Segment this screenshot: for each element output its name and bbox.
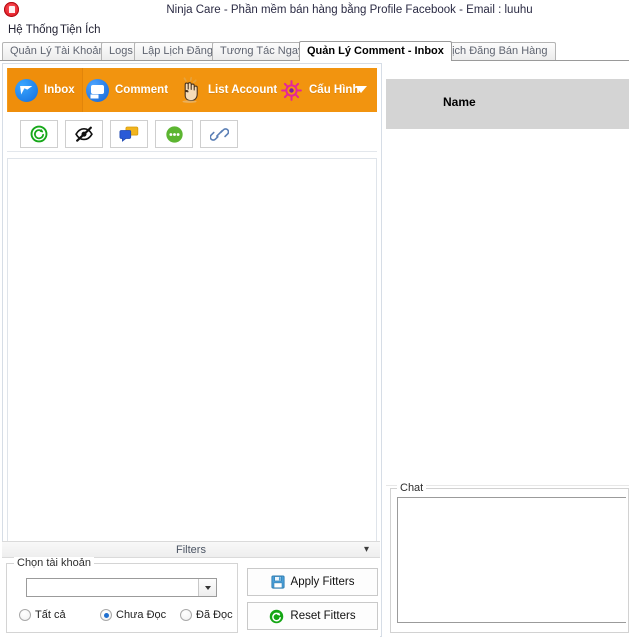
main-tab-strip: Quản Lý Tài Khoản Logs Lập Lịch Đăng Tươ… (0, 41, 629, 61)
filters-bar-label: Filters (176, 544, 206, 556)
more-options-button[interactable] (155, 120, 193, 148)
tab-quan-ly-tai-khoan[interactable]: Quản Lý Tài Khoản (2, 42, 113, 61)
tab-lap-lich-dang[interactable]: Lập Lịch Đăng (134, 42, 221, 61)
radio-tat-ca-label: Tất cả (35, 609, 66, 621)
read-state-radio-group: Tất cả Chưa Đọc Đã Đọc (17, 609, 237, 627)
reset-filters-label: Reset Fitters (290, 610, 356, 622)
tab-tuong-tac-ngay[interactable]: Tương Tác Ngay (212, 42, 312, 61)
chat-input-area[interactable] (397, 497, 626, 623)
radio-indicator (180, 609, 192, 621)
apply-filters-button[interactable]: Apply Fitters (247, 568, 378, 596)
save-floppy-icon (270, 575, 285, 589)
filters-panel: Chọn tài khoản Tất cả Chưa Đọc Đã Đọc Ap… (2, 557, 380, 637)
radio-chua-doc[interactable]: Chưa Đọc (100, 609, 166, 621)
menu-bar: Hệ Thống Tiện Ích (0, 20, 629, 40)
chat-bubbles-icon (119, 126, 139, 142)
name-column-header-label: Name (443, 95, 476, 109)
radio-indicator (100, 609, 112, 621)
ellipsis-circle-icon (165, 125, 183, 143)
double-chevron-down-icon[interactable]: ▾ (364, 544, 369, 556)
eye-slash-icon (75, 126, 93, 142)
radio-indicator (19, 609, 31, 621)
radio-da-doc-label: Đã Đọc (196, 609, 233, 621)
chat-group-label: Chat (397, 482, 427, 494)
ribbon-item-comment-label: Comment (115, 84, 169, 96)
chat-bubbles-button[interactable] (110, 120, 148, 148)
module-ribbon: Inbox Comment List Account Cấu Hình (7, 68, 377, 112)
link-icon (209, 127, 229, 141)
chevron-down-icon[interactable] (355, 86, 367, 93)
refresh-button[interactable] (20, 120, 58, 148)
refresh-icon (30, 125, 48, 143)
radio-da-doc[interactable]: Đã Đọc (180, 609, 233, 621)
inbox-message-list[interactable] (7, 158, 377, 544)
reset-filters-button[interactable]: Reset Fitters (247, 602, 378, 630)
radio-chua-doc-label: Chưa Đọc (116, 609, 167, 621)
messenger-icon (15, 78, 38, 102)
ribbon-item-cau-hinh[interactable]: Cấu Hình (272, 68, 367, 112)
ribbon-item-inbox-label: Inbox (44, 84, 75, 96)
refresh-icon (270, 609, 284, 623)
radio-tat-ca[interactable]: Tất cả (19, 609, 66, 621)
tab-lich-dang-ban-hang[interactable]: Lịch Đăng Bán Hàng (438, 42, 556, 61)
menu-item-he-thong[interactable]: Hệ Thống (4, 23, 62, 37)
gear-icon (280, 79, 303, 102)
account-select-group: Chọn tài khoản Tất cả Chưa Đọc Đã Đọc (6, 557, 238, 633)
window-title: Ninja Care - Phần mềm bán hàng bằng Prof… (166, 4, 533, 16)
ribbon-item-list-account[interactable]: List Account (170, 68, 285, 112)
comment-bubble-icon (86, 78, 109, 102)
hide-read-button[interactable] (65, 120, 103, 148)
title-bar: Ninja Care - Phần mềm bán hàng bằng Prof… (0, 0, 629, 20)
ribbon-item-comment[interactable]: Comment (78, 68, 176, 112)
apply-filters-label: Apply Fitters (290, 576, 355, 588)
inbox-action-toolbar (7, 116, 377, 152)
account-select-combo[interactable] (26, 578, 217, 597)
conversation-list[interactable] (386, 129, 629, 486)
ribbon-item-cau-hinh-label: Cấu Hình (309, 84, 360, 96)
ribbon-item-inbox[interactable]: Inbox (7, 68, 83, 112)
name-column-header[interactable]: Name (386, 79, 629, 129)
link-button[interactable] (200, 120, 238, 148)
ribbon-item-list-account-label: List Account (208, 84, 278, 96)
account-select-group-label: Chọn tài khoản (14, 557, 94, 569)
menu-item-tien-ich[interactable]: Tiện Ích (56, 23, 104, 37)
chat-group: Chat (390, 482, 629, 633)
tab-quan-ly-comment-inbox[interactable]: Quản Lý Comment - Inbox (299, 41, 452, 61)
hand-click-icon (178, 77, 202, 103)
filters-splitter-bar[interactable]: Filters ▾ (2, 541, 380, 558)
chevron-down-icon[interactable] (198, 579, 216, 596)
conversation-right-panel: Name Chat (386, 63, 629, 640)
